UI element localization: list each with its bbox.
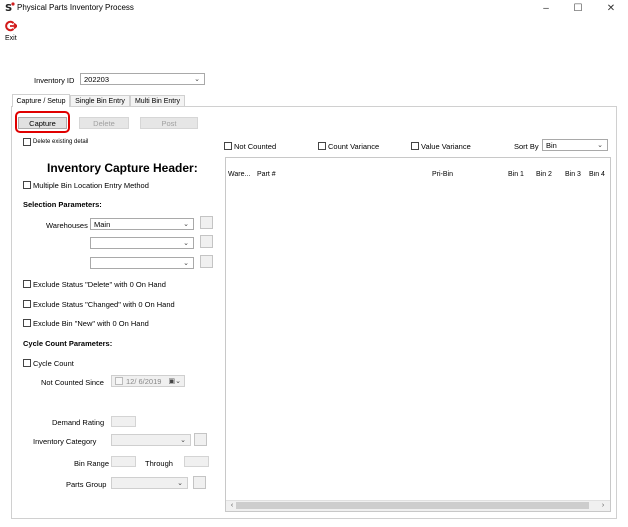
chevron-down-icon: ⌄ [177,480,183,487]
inventory-category-lookup-button[interactable] [194,433,207,446]
inventory-id-label: Inventory ID [34,76,75,85]
column-header-warehouse[interactable]: Ware... [228,171,250,178]
exit-button[interactable]: Exit [5,35,17,42]
bin-range-label: Bin Range [74,459,110,468]
minimize-button[interactable]: – [531,0,561,16]
title-bar: S Physical Parts Inventory Process – ☐ ✕ [0,0,628,16]
svg-text:S: S [5,3,12,12]
capture-highlight [15,111,70,133]
warehouses-label: Warehouses [46,221,88,230]
column-header-bin-2[interactable]: Bin 2 [536,171,552,178]
inventory-id-select[interactable]: 202203 ⌄ [80,73,205,85]
not-counted-since-label: Not Counted Since [41,378,104,387]
delete-existing-label: Delete existing detail [33,139,89,145]
exclude-delete-checkbox[interactable] [23,280,31,288]
close-icon: ✕ [606,2,616,14]
count-variance-label: Count Variance [328,142,380,151]
exclude-changed-checkbox[interactable] [23,300,31,308]
tab-capture-setup[interactable]: Capture / Setup [12,94,70,107]
selection-parameters-title: Selection Parameters: [23,200,102,209]
parts-group-label: Parts Group [66,480,107,489]
inventory-category-select[interactable]: ⌄ [111,434,191,446]
not-counted-since-value: 12/ 6/2019 [126,376,162,386]
warehouse-value: Main [94,219,111,229]
parts-group-select[interactable]: ⌄ [111,477,188,489]
not-counted-label: Not Counted [234,142,277,151]
scroll-right-icon[interactable]: › [598,500,608,511]
cycle-count-checkbox[interactable] [23,359,31,367]
window-title: Physical Parts Inventory Process [17,3,134,12]
app-icon: S [5,2,15,12]
exclude-changed-label: Exclude Status "Changed" with 0 On Hand [33,300,175,309]
warehouse-lookup-button-3[interactable] [200,255,213,268]
multiple-bin-label: Multiple Bin Location Entry Method [33,181,149,190]
maximize-button[interactable]: ☐ [563,0,593,16]
chevron-down-icon: ⌄ [180,437,186,444]
warehouse-lookup-button-1[interactable] [200,216,213,229]
column-header-pri-bin[interactable]: Pri-Bin [432,171,453,178]
minimize-icon: – [543,2,549,14]
exit-icon[interactable] [5,20,17,32]
sort-by-select[interactable]: Bin ⌄ [542,139,608,151]
demand-rating-field[interactable] [111,416,136,427]
column-header-bin-1[interactable]: Bin 1 [508,171,524,178]
exclude-bin-new-checkbox[interactable] [23,319,31,327]
scrollbar-thumb[interactable] [236,502,589,509]
exclude-bin-new-label: Exclude Bin "New" with 0 On Hand [33,319,149,328]
exclude-delete-label: Exclude Status "Delete" with 0 On Hand [33,280,166,289]
cycle-count-parameters-title: Cycle Count Parameters: [23,339,113,348]
not-counted-checkbox[interactable] [224,142,232,150]
warehouse-select-2[interactable]: ⌄ [90,237,194,249]
not-counted-since-date[interactable]: 12/ 6/2019 ▣⌄ [111,375,185,387]
parts-group-lookup-button[interactable] [193,476,206,489]
inventory-grid[interactable] [225,157,611,512]
bin-range-to-field[interactable] [184,456,209,467]
count-variance-checkbox[interactable] [318,142,326,150]
through-label: Through [145,459,173,468]
chevron-down-icon: ⌄ [597,142,603,149]
inventory-category-label: Inventory Category [33,437,97,446]
chevron-down-icon: ⌄ [194,76,200,83]
warehouse-select-1[interactable]: Main ⌄ [90,218,194,230]
column-header-bin-4[interactable]: Bin 4 [589,171,610,178]
warehouse-lookup-button-2[interactable] [200,235,213,248]
not-counted-since-checkbox[interactable] [115,377,123,385]
delete-button[interactable]: Delete [79,117,129,129]
maximize-icon: ☐ [573,2,583,14]
chevron-down-icon: ⌄ [183,221,189,228]
post-button[interactable]: Post [140,117,198,129]
bin-range-from-field[interactable] [111,456,136,467]
close-button[interactable]: ✕ [596,0,626,16]
column-header-part-number[interactable]: Part # [257,171,276,178]
capture-header-title: Inventory Capture Header: [47,161,198,175]
warehouse-select-3[interactable]: ⌄ [90,257,194,269]
value-variance-label: Value Variance [421,142,471,151]
chevron-down-icon: ⌄ [183,260,189,267]
delete-existing-checkbox[interactable] [23,138,31,146]
cycle-count-label: Cycle Count [33,359,74,368]
multiple-bin-checkbox[interactable] [23,181,31,189]
demand-rating-label: Demand Rating [52,418,105,427]
chevron-down-icon: ⌄ [183,240,189,247]
sort-by-value: Bin [546,140,557,150]
calendar-icon[interactable]: ▣⌄ [169,377,181,385]
value-variance-checkbox[interactable] [411,142,419,150]
inventory-id-value: 202203 [84,74,110,84]
column-header-bin-3[interactable]: Bin 3 [565,171,581,178]
sort-by-label: Sort By [514,142,539,151]
